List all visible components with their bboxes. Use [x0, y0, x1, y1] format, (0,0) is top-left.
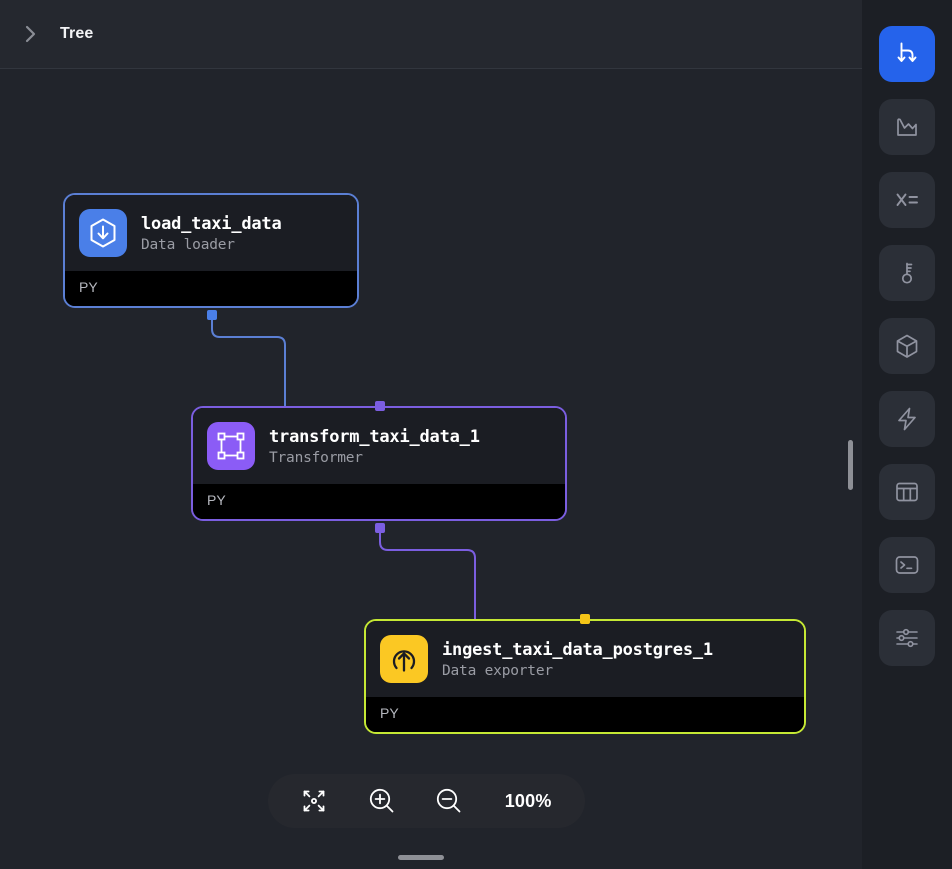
data-loader-hexagon-down-arrow-icon: [79, 209, 127, 257]
canvas-page: Tree load_taxi_data: [0, 0, 952, 869]
tree-branch-icon: [893, 40, 921, 68]
x-equals-icon: [893, 186, 921, 214]
terminal-prompt-icon: [893, 551, 921, 579]
node-subtitle: Transformer: [269, 450, 480, 466]
sidebar-item-blocks[interactable]: [879, 318, 935, 374]
fit-to-screen-icon[interactable]: [294, 781, 334, 821]
pipeline-node-transform-taxi-data-1[interactable]: transform_taxi_data_1 Transformer PY: [191, 406, 567, 521]
cube-icon: [893, 332, 921, 360]
node-header: load_taxi_data Data loader: [65, 195, 357, 271]
vertical-scrollbar-thumb[interactable]: [848, 440, 853, 490]
node-port-loader-output[interactable]: [207, 310, 217, 320]
node-language-label: PY: [193, 484, 565, 519]
node-title: load_taxi_data: [141, 214, 282, 234]
sidebar-item-charts[interactable]: [879, 99, 935, 155]
node-port-transformer-input[interactable]: [375, 401, 385, 411]
node-text-group: ingest_taxi_data_postgres_1 Data exporte…: [442, 640, 713, 679]
node-header: ingest_taxi_data_postgres_1 Data exporte…: [366, 621, 804, 697]
transformer-square-handles-icon: [207, 422, 255, 470]
edge-transformer-to-exporter: [380, 528, 475, 619]
sidebar-item-settings[interactable]: [879, 610, 935, 666]
sidebar-item-interactions[interactable]: [879, 391, 935, 447]
table-icon: [893, 478, 921, 506]
node-subtitle: Data exporter: [442, 663, 713, 679]
edge-loader-to-transformer: [212, 315, 285, 406]
node-title: transform_taxi_data_1: [269, 427, 480, 447]
node-header: transform_taxi_data_1 Transformer: [193, 408, 565, 484]
sliders-icon: [893, 624, 921, 652]
zoom-level-label: 100%: [497, 791, 559, 812]
chevron-right-icon[interactable]: [16, 19, 46, 49]
sidebar-item-variables[interactable]: [879, 172, 935, 228]
pipeline-node-ingest-taxi-data-postgres-1[interactable]: ingest_taxi_data_postgres_1 Data exporte…: [364, 619, 806, 734]
pipeline-canvas[interactable]: load_taxi_data Data loader PY: [0, 69, 862, 869]
sidebar-item-terminal[interactable]: [879, 537, 935, 593]
node-language-label: PY: [366, 697, 804, 732]
node-text-group: load_taxi_data Data loader: [141, 214, 282, 253]
node-port-exporter-input[interactable]: [580, 614, 590, 624]
data-exporter-arc-up-arrow-icon: [380, 635, 428, 683]
sidebar-item-tree-view[interactable]: [879, 26, 935, 82]
node-text-group: transform_taxi_data_1 Transformer: [269, 427, 480, 466]
lightning-bolt-icon: [893, 405, 921, 433]
node-subtitle: Data loader: [141, 237, 282, 253]
sidebar-item-data-table[interactable]: [879, 464, 935, 520]
key-icon: [893, 259, 921, 287]
horizontal-scrollbar-thumb[interactable]: [398, 855, 444, 860]
zoom-toolbar: 100%: [268, 774, 585, 828]
zoom-out-magnifier-icon[interactable]: [429, 781, 469, 821]
node-title: ingest_taxi_data_postgres_1: [442, 640, 713, 660]
area-chart-icon: [893, 113, 921, 141]
node-language-label: PY: [65, 271, 357, 306]
sidebar-item-secrets[interactable]: [879, 245, 935, 301]
page-title: Tree: [60, 25, 93, 43]
pipeline-header: Tree: [0, 0, 862, 69]
right-sidebar-rail: [862, 0, 952, 869]
node-port-transformer-output[interactable]: [375, 523, 385, 533]
zoom-in-magnifier-icon[interactable]: [362, 781, 402, 821]
pipeline-node-load-taxi-data[interactable]: load_taxi_data Data loader PY: [63, 193, 359, 308]
